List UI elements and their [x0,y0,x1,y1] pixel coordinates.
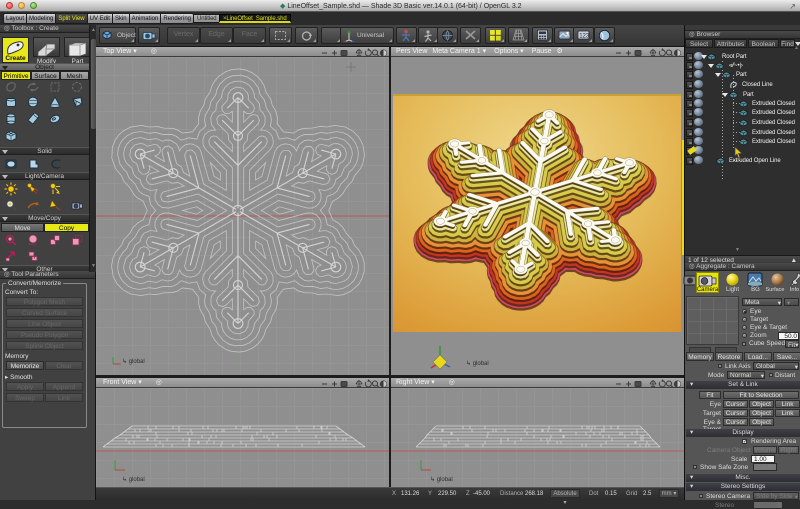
svg-text:123: 123 [579,34,590,40]
